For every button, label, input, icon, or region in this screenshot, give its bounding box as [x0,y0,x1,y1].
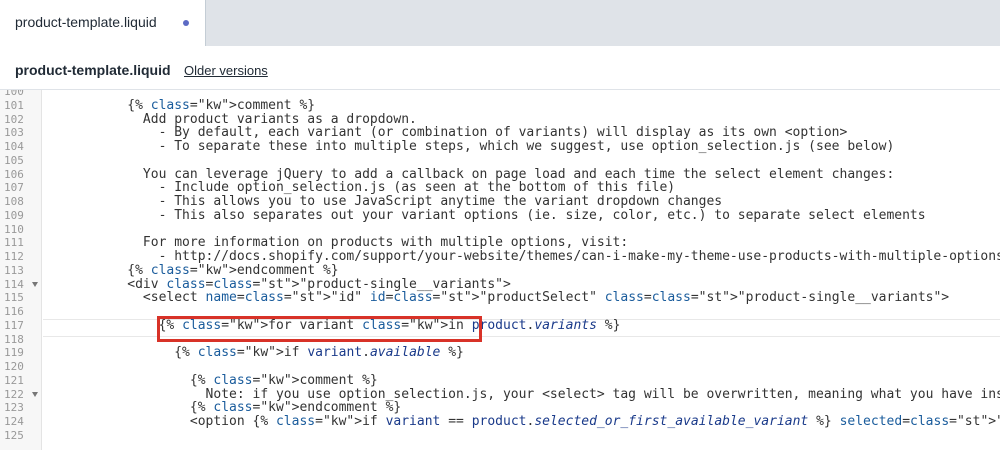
line-number: 100 [4,90,24,98]
code-line[interactable]: 104 - To separate these into multiple st… [0,140,1000,154]
line-text: - http://docs.shopify.com/support/your-w… [49,249,1000,264]
line-number: 117 [4,318,24,332]
line-number: 119 [4,346,24,360]
line-number: 111 [4,236,24,250]
code-line[interactable]: 121 {% class="kw">comment %} [0,372,1000,388]
fold-arrow-icon[interactable] [32,391,38,397]
file-title: product-template.liquid [15,62,171,78]
code-line[interactable]: 125 [0,429,1000,443]
line-number: 101 [4,98,24,112]
line-number: 109 [4,208,24,222]
line-text: - To separate these into multiple steps,… [49,139,895,154]
code-lines: 100 101 {% class="kw">comment %} 102 Add p… [0,90,1000,450]
line-number: 123 [4,401,24,415]
line-number: 112 [4,250,24,263]
unsaved-dot-icon [183,20,189,26]
file-header: product-template.liquid Older versions [0,46,1000,90]
code-line[interactable]: 109 - This also separates out your varia… [0,207,1000,223]
older-versions-link[interactable]: Older versions [184,63,268,78]
line-text: <option {% class="kw">if variant == prod… [49,414,1000,429]
line-number: 105 [4,153,24,167]
line-text: {% class="kw">comment %} [49,372,378,388]
tab-product-template[interactable]: product-template.liquid [0,0,206,46]
line-number: 104 [4,140,24,153]
line-number: 102 [4,112,24,126]
code-editor[interactable]: 100 101 {% class="kw">comment %} 102 Add p… [0,90,1000,450]
code-line[interactable]: 105 [0,154,1000,168]
line-number: 114 [4,277,24,291]
code-line[interactable]: 117 {% class="kw">for variant class="kw"… [0,318,1000,333]
line-number: 110 [4,222,24,236]
line-number: 113 [4,263,24,277]
line-number: 103 [4,126,24,140]
code-line[interactable]: 108 - This allows you to use JavaScript … [0,195,1000,209]
line-number: 106 [4,167,24,181]
line-number: 107 [4,181,24,195]
line-text: <select name=class="st">"id" id=class="s… [49,290,950,306]
code-line[interactable]: 115 <select name=class="st">"id" id=clas… [0,291,1000,305]
tab-bar: product-template.liquid [0,0,1000,46]
line-number: 115 [4,291,24,305]
line-number: 108 [4,195,24,208]
line-number: 122 [4,387,24,401]
tab-label: product-template.liquid [15,14,157,30]
line-text: {% class="kw">comment %} [49,97,316,113]
line-number: 124 [4,415,24,428]
code-line[interactable]: 124 <option {% class="kw">if variant == … [0,415,1000,429]
line-number: 118 [4,332,24,346]
line-text: - This allows you to use JavaScript anyt… [49,194,723,209]
code-line[interactable]: 113 {% class="kw">endcomment %} [0,263,1000,278]
annotation-highlight-box [157,316,482,342]
fold-arrow-icon[interactable] [32,281,38,287]
code-line[interactable]: 120 [0,360,1000,374]
line-number: 116 [4,305,24,318]
code-line[interactable]: 101 {% class="kw">comment %} [0,97,1000,113]
line-number: 125 [4,428,24,442]
line-text: - This also separates out your variant o… [49,207,926,223]
line-number: 120 [4,360,24,373]
line-number: 121 [4,373,24,387]
line-text: {% class="kw">if variant.available %} [49,345,464,361]
code-line[interactable]: 119 {% class="kw">if variant.available %… [0,346,1000,360]
